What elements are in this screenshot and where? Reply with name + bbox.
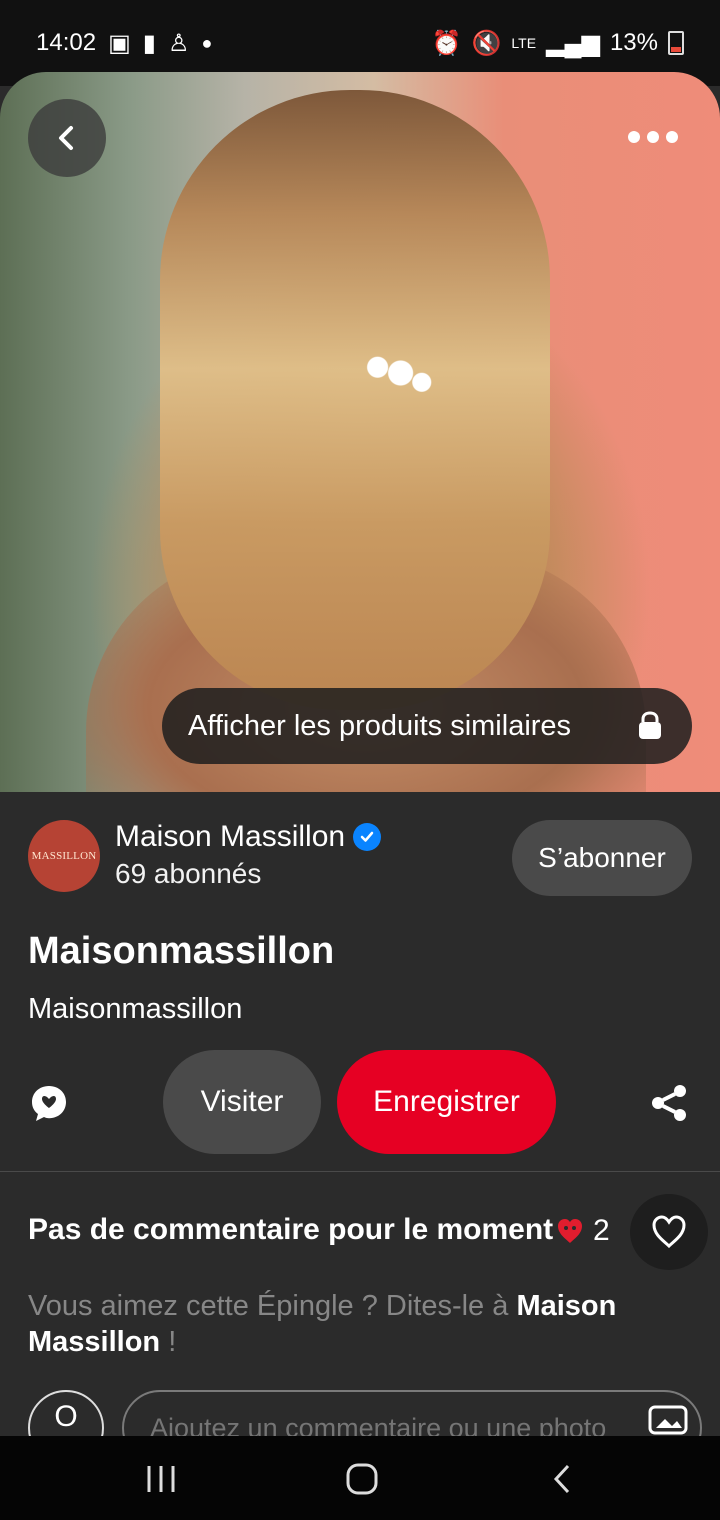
pin-actions-row: Visiter Enregistrer — [0, 1050, 720, 1156]
heart-icon — [652, 1215, 686, 1249]
pin-description: Maisonmassillon — [28, 993, 243, 1025]
avatar-text: MASSILLON — [31, 850, 97, 862]
followers-count: 69 abonnés — [115, 858, 262, 889]
similar-products-button[interactable]: Afficher les produits similaires — [162, 688, 692, 764]
status-right: ⏰ 🔇 LTE ▂▄▆ 13% — [432, 29, 684, 58]
system-back-button[interactable] — [538, 1454, 588, 1504]
gallery-icon: ▣ — [108, 29, 131, 57]
invite-prefix: Vous aimez cette Épingle ? Dites-le à — [28, 1290, 517, 1322]
battery-icon — [668, 31, 684, 55]
home-button[interactable] — [337, 1454, 387, 1504]
recent-apps-button[interactable] — [136, 1454, 186, 1504]
app-notification-icon: ♙ — [167, 29, 190, 57]
chevron-left-icon — [59, 126, 73, 150]
shopping-bag-icon — [634, 710, 666, 742]
more-notifications-icon: ● — [201, 32, 213, 53]
network-type: LTE — [511, 35, 537, 51]
photo-icon[interactable] — [648, 1404, 688, 1436]
home-icon — [346, 1463, 378, 1495]
reaction-summary[interactable]: 2 — [555, 1214, 610, 1248]
save-button[interactable]: Enregistrer — [337, 1050, 556, 1154]
heart-reaction-icon — [558, 1219, 582, 1243]
verified-badge-icon — [353, 823, 382, 851]
more-horizontal-icon-dot — [647, 131, 659, 143]
recent-apps-icon — [147, 1466, 175, 1492]
subscribe-button[interactable]: S’abonner — [512, 820, 692, 896]
chat-icon[interactable] — [28, 1082, 70, 1124]
battery-percent: 13% — [609, 29, 658, 56]
signal-icon: ▂▄▆ — [546, 29, 600, 57]
profile-avatar[interactable]: MASSILLON — [28, 820, 100, 892]
back-button[interactable] — [28, 99, 106, 177]
similar-products-label: Afficher les produits similaires — [188, 709, 572, 742]
hair-accessory — [350, 344, 442, 402]
status-time: 14:02 — [36, 29, 97, 56]
reaction-count: 2 — [593, 1214, 610, 1247]
pin-title: Maisonmassillon — [28, 930, 335, 972]
pin-image[interactable] — [0, 72, 720, 792]
comment-invite-text: Vous aimez cette Épingle ? Dites-le à Ma… — [28, 1288, 678, 1360]
status-left: 14:02 ▣ ▮ ♙ ● — [36, 29, 212, 58]
more-horizontal-icon-dot — [628, 131, 640, 143]
profile-name-container[interactable]: Maison Massillon — [115, 820, 382, 854]
invite-suffix: ! — [160, 1326, 177, 1358]
system-navigation-bar — [0, 1436, 720, 1520]
profile-name: Maison Massillon — [115, 820, 346, 853]
more-horizontal-icon-dot — [666, 131, 678, 143]
notification-icon: ▮ — [142, 29, 156, 57]
share-icon[interactable] — [648, 1081, 692, 1125]
mute-icon: 🔇 — [471, 29, 502, 57]
alarm-icon: ⏰ — [431, 29, 462, 57]
section-divider — [0, 1171, 720, 1172]
visit-button[interactable]: Visiter — [163, 1050, 321, 1154]
no-comments-text: Pas de commentaire pour le moment — [28, 1213, 554, 1246]
comments-header: Pas de commentaire pour le moment 2 — [28, 1194, 708, 1270]
like-button[interactable] — [630, 1194, 708, 1270]
profile-row: MASSILLON Maison Massillon 69 abonnés S’… — [28, 818, 692, 902]
back-arrow-icon — [553, 1464, 570, 1494]
more-options-button[interactable] — [628, 118, 678, 156]
